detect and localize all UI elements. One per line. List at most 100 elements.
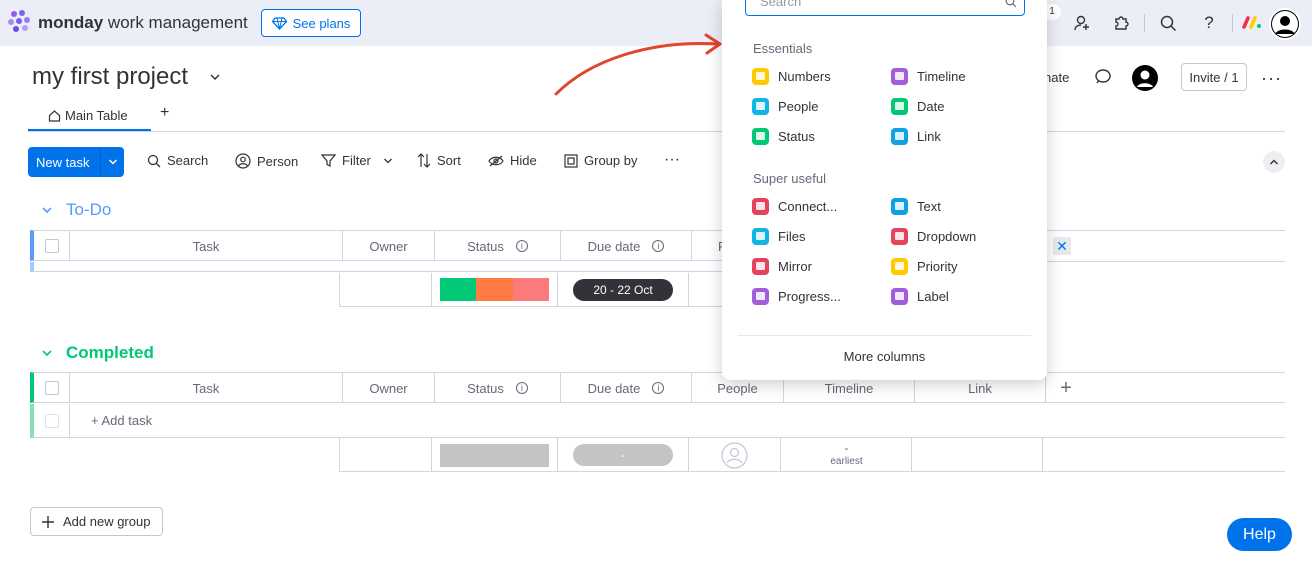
add-task-input[interactable]: + Add task xyxy=(91,413,152,428)
annotation-arrow-icon xyxy=(554,33,722,96)
completed-header-row: Task Owner Status i Due date i People Time… xyxy=(30,372,1285,403)
eye-hidden-icon xyxy=(488,155,504,166)
column-option-label: Priority xyxy=(917,258,958,274)
monday-apps-icon[interactable] xyxy=(1241,13,1263,31)
todo-header-row: Task Owner Statusi Due datei Pe xyxy=(30,230,734,261)
connect-column-icon xyxy=(752,197,769,215)
column-option-dropdown[interactable]: Dropdown xyxy=(891,226,976,246)
info-icon[interactable]: i xyxy=(652,240,665,252)
sort-button[interactable]: Sort xyxy=(417,153,461,168)
timeline-summary: - earliest xyxy=(781,438,912,472)
group-by-button[interactable]: Group by xyxy=(564,153,637,168)
invite-button[interactable]: Invite / 1 xyxy=(1181,63,1247,91)
board-title[interactable]: my first project xyxy=(32,63,188,91)
column-status[interactable]: Status i xyxy=(435,231,561,261)
column-status[interactable]: Status i xyxy=(435,373,561,403)
group-collapse-icon[interactable] xyxy=(41,347,53,359)
user-avatar[interactable] xyxy=(1269,8,1301,40)
help-button[interactable]: Help xyxy=(1227,518,1292,551)
completed-summary-row: - - earliest xyxy=(339,438,1285,472)
help-question-icon[interactable]: ? xyxy=(1198,12,1220,34)
column-owner[interactable]: Owner xyxy=(343,231,435,261)
row-checkbox[interactable] xyxy=(34,404,70,437)
add-column-button[interactable]: + xyxy=(1046,373,1086,403)
column-option-status[interactable]: Status xyxy=(752,126,815,146)
column-option-date[interactable]: Date xyxy=(891,96,944,116)
group-title-todo[interactable]: To-Do xyxy=(66,200,111,220)
column-option-progress[interactable]: Progress... xyxy=(752,286,841,306)
timeline-dash: - xyxy=(844,441,849,455)
due-date-range-pill: 20 - 22 Oct xyxy=(573,279,673,301)
close-icon[interactable]: ✕ xyxy=(1053,237,1071,255)
person-icon xyxy=(235,153,251,169)
mirror-column-icon xyxy=(752,257,769,275)
add-new-group-button[interactable]: Add new group xyxy=(30,507,163,536)
sort-icon xyxy=(417,153,431,168)
column-option-label: Link xyxy=(917,128,941,144)
column-option-label: Date xyxy=(917,98,945,114)
column-option-timeline[interactable]: Timeline xyxy=(891,66,966,86)
status-distribution-bar xyxy=(440,278,549,301)
column-owner[interactable]: Owner xyxy=(343,373,435,403)
info-icon[interactable]: i xyxy=(652,382,665,394)
column-task[interactable]: Task xyxy=(70,373,343,403)
filter-button[interactable]: Filter xyxy=(321,153,393,168)
select-all-checkbox[interactable] xyxy=(34,373,70,403)
column-option-label: People xyxy=(778,98,819,114)
column-option-people[interactable]: People xyxy=(752,96,818,116)
empty-person-icon xyxy=(721,442,748,469)
monday-logo-icon xyxy=(8,10,30,32)
status-segment xyxy=(476,278,513,301)
due-date-summary: - xyxy=(558,438,689,472)
progress-column-icon xyxy=(752,287,769,305)
info-icon[interactable]: i xyxy=(515,240,528,252)
comment-icon[interactable] xyxy=(1094,68,1112,86)
info-icon[interactable]: i xyxy=(515,382,528,394)
board-avatar[interactable] xyxy=(1132,65,1158,91)
column-search-input[interactable]: Search xyxy=(745,0,1025,16)
search-icon xyxy=(147,154,161,167)
column-option-label: Files xyxy=(778,228,806,244)
column-option-label: Mirror xyxy=(778,258,812,274)
see-plans-button[interactable]: See plans xyxy=(261,9,361,37)
tab-main-table[interactable]: Main Table xyxy=(28,101,151,131)
add-view-button[interactable]: + xyxy=(160,104,169,122)
chevron-up-icon xyxy=(1270,159,1278,165)
column-option-connect[interactable]: Connect... xyxy=(752,196,837,216)
search-icon[interactable] xyxy=(1157,12,1179,34)
column-option-label: Dropdown xyxy=(917,228,977,244)
new-task-dropdown[interactable] xyxy=(100,147,124,177)
integrate-button-partial[interactable]: nate xyxy=(1044,70,1069,85)
column-option-priority[interactable]: Priority xyxy=(891,256,957,276)
popup-divider xyxy=(738,335,1031,336)
toolbar-more-icon[interactable]: ··· xyxy=(664,151,680,169)
todo-item-row-partial xyxy=(30,262,722,272)
more-options-icon[interactable]: ··· xyxy=(1261,68,1282,89)
column-due-date[interactable]: Due date i xyxy=(561,373,692,403)
collapse-header-button[interactable] xyxy=(1263,151,1285,173)
apps-puzzle-icon[interactable] xyxy=(1111,12,1133,34)
priority-column-icon xyxy=(891,257,908,275)
group-title-completed[interactable]: Completed xyxy=(66,343,154,363)
search-button[interactable]: Search xyxy=(147,153,208,168)
column-option-label[interactable]: Label xyxy=(891,286,949,306)
hide-button[interactable]: Hide xyxy=(488,153,537,168)
column-task[interactable]: Task xyxy=(70,231,343,261)
section-essentials: Essentials xyxy=(753,41,813,56)
column-option-link[interactable]: Link xyxy=(891,126,941,146)
column-option-files[interactable]: Files xyxy=(752,226,805,246)
column-due-date[interactable]: Due date i xyxy=(561,231,692,261)
dropdown-column-icon xyxy=(891,227,908,245)
new-task-button[interactable]: New task xyxy=(28,147,124,177)
select-all-checkbox[interactable] xyxy=(34,231,70,261)
invite-member-icon[interactable] xyxy=(1071,12,1093,34)
person-filter-button[interactable]: Person xyxy=(235,153,298,169)
column-people-partial[interactable]: Pe xyxy=(692,231,734,261)
more-columns-link[interactable]: More columns xyxy=(722,349,1047,364)
chevron-down-icon[interactable] xyxy=(208,70,222,84)
column-option-numbers[interactable]: Numbers xyxy=(752,66,831,86)
column-option-mirror[interactable]: Mirror xyxy=(752,256,812,276)
column-option-text[interactable]: Text xyxy=(891,196,941,216)
group-collapse-icon[interactable] xyxy=(41,204,53,216)
column-option-label: Timeline xyxy=(917,68,966,84)
